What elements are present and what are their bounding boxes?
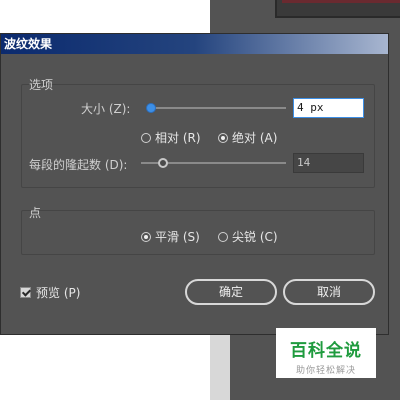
- preview-check-box[interactable]: [20, 287, 31, 298]
- ridges-label: 每段的隆起数 (D):: [29, 158, 128, 172]
- preview-label: 预览 (P): [36, 286, 81, 300]
- background-panel-strip: [282, 0, 400, 3]
- options-group-label: 选项: [29, 78, 54, 92]
- absolute-radio-circle[interactable]: [218, 132, 228, 143]
- ripple-effect-dialog: 波纹效果 选项 大小 (Z): 4 px 相对 (R) 绝对 (A) 每段的隆起…: [0, 33, 389, 335]
- absolute-radio[interactable]: 绝对 (A): [218, 129, 277, 146]
- ok-button[interactable]: 确定: [185, 279, 277, 305]
- dialog-titlebar[interactable]: 波纹效果: [1, 34, 388, 54]
- absolute-radio-label: 绝对 (A): [232, 131, 278, 145]
- cancel-button[interactable]: 取消: [283, 279, 375, 305]
- smooth-radio[interactable]: 平滑 (S): [141, 228, 200, 245]
- ridges-input[interactable]: 14: [293, 153, 364, 173]
- smooth-radio-label: 平滑 (S): [155, 230, 200, 244]
- relative-radio[interactable]: 相对 (R): [141, 129, 201, 146]
- size-slider-thumb[interactable]: [146, 103, 156, 113]
- relative-radio-label: 相对 (R): [155, 131, 201, 145]
- size-input[interactable]: 4 px: [293, 98, 364, 118]
- size-slider-track[interactable]: [151, 107, 286, 109]
- dialog-title: 波纹效果: [4, 37, 53, 51]
- preview-checkbox[interactable]: 预览 (P): [20, 284, 80, 301]
- ridges-slider-thumb[interactable]: [158, 158, 168, 168]
- points-group-label: 点: [29, 206, 42, 220]
- watermark-subtitle: 助你轻松解决: [295, 366, 356, 376]
- corner-radio-circle[interactable]: [218, 231, 228, 242]
- relative-radio-circle[interactable]: [141, 132, 151, 143]
- size-label: 大小 (Z):: [81, 102, 131, 116]
- corner-radio-label: 尖锐 (C): [232, 230, 278, 244]
- corner-radio[interactable]: 尖锐 (C): [218, 228, 278, 245]
- watermark-logo: 百科全说 助你轻松解决: [276, 328, 376, 378]
- smooth-radio-circle[interactable]: [141, 231, 151, 242]
- watermark-logo-text: 百科全说: [290, 341, 362, 361]
